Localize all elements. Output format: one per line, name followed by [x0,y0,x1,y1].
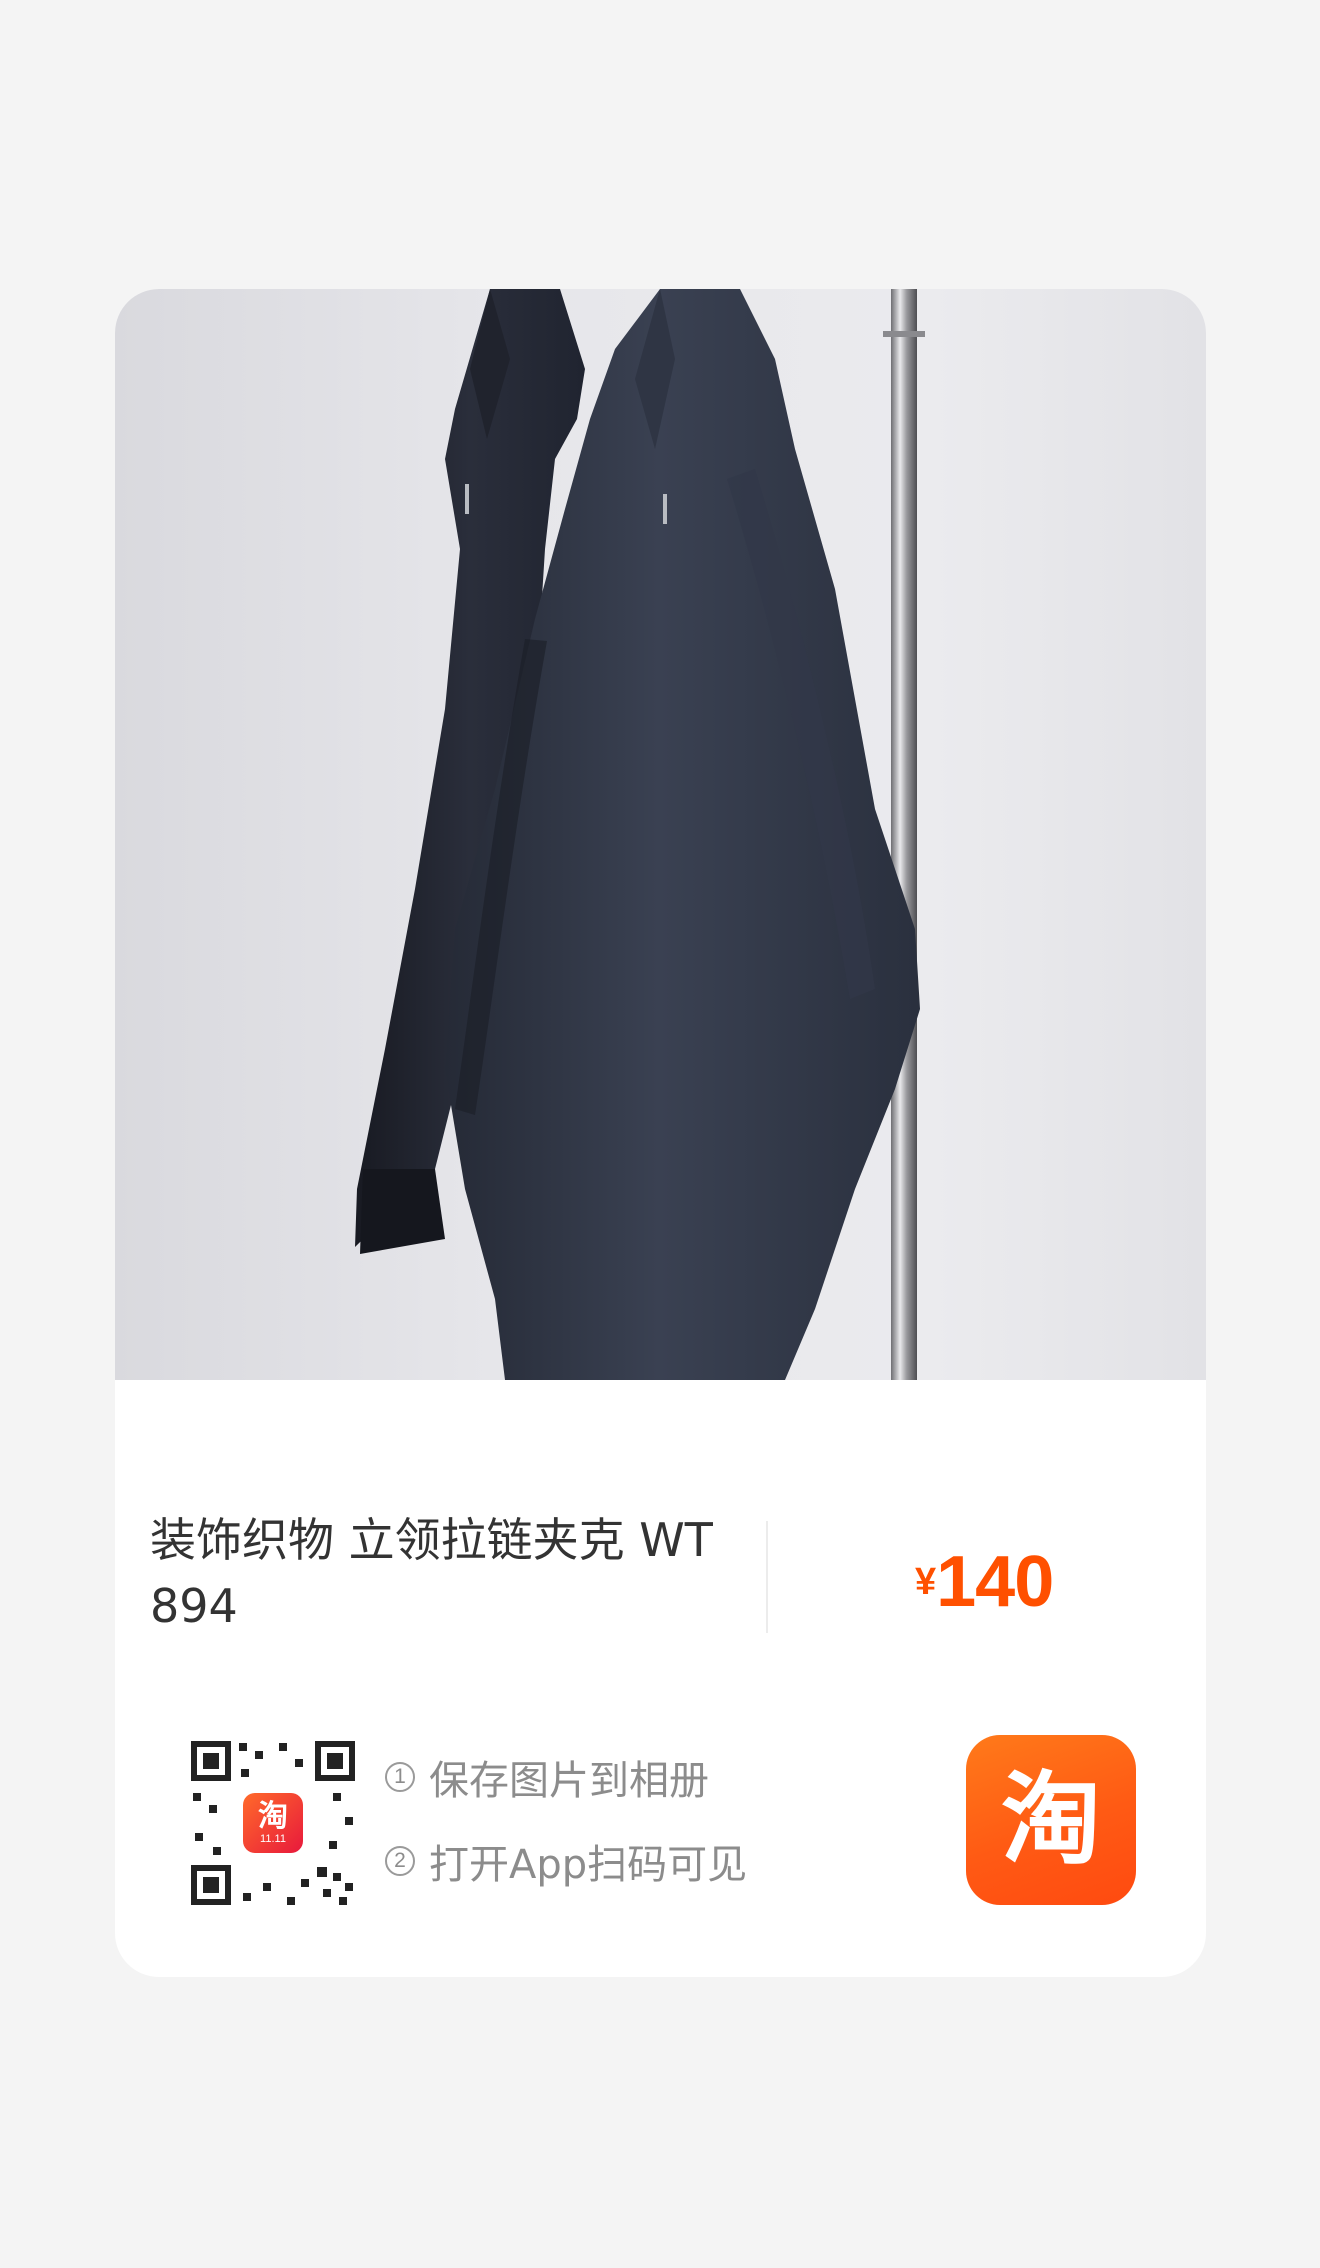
currency-symbol: ¥ [915,1561,937,1603]
qr-badge-sub: 11.11 [260,1832,286,1845]
product-share-card: 装饰织物 立领拉链夹克 WT894 ¥140 淘 11.11 1 保存图片到相册… [115,289,1206,1977]
taobao-logo-icon[interactable]: 淘 [966,1735,1136,1905]
price-amount: 140 [936,1542,1054,1622]
qr-code[interactable]: 淘 11.11 [183,1733,363,1913]
divider [766,1521,768,1633]
taobao-logo-text: 淘 [1001,1761,1101,1878]
product-title: 装饰织物 立领拉链夹克 WT894 [150,1513,713,1633]
step-number-2: 2 [385,1846,415,1876]
product-image [115,289,1206,1380]
share-instructions: 1 保存图片到相册 2 打开App扫码可见 [385,1751,747,1919]
step-text-1: 保存图片到相册 [429,1758,709,1804]
product-price: ¥140 [915,1541,1054,1623]
step-save-image: 1 保存图片到相册 [385,1751,747,1804]
qr-app-badge: 淘 11.11 [243,1793,303,1853]
step-text-2: 打开App扫码可见 [429,1842,748,1888]
step-open-app: 2 打开App扫码可见 [385,1835,748,1888]
step-number-1: 1 [385,1762,415,1792]
qr-badge-text: 淘 [258,1798,288,1834]
